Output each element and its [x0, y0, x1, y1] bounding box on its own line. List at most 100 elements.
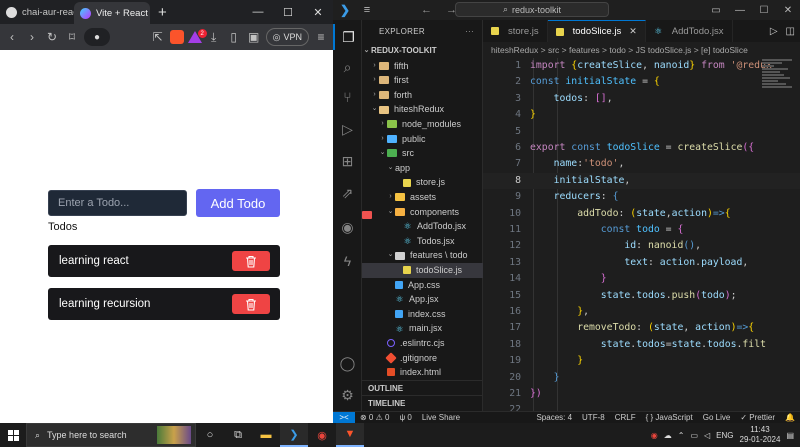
task-view-icon[interactable]: ⧉ [224, 423, 252, 447]
code-line[interactable]: 22 [483, 402, 800, 411]
more-actions-icon[interactable]: ··· [465, 20, 474, 44]
workspace-root[interactable]: ⌄ REDUX-TOOLKIT [362, 44, 483, 59]
tree-item[interactable]: todoSlice.js [362, 263, 483, 278]
go-live-button[interactable]: Go Live [698, 413, 736, 422]
vscode-taskbar-icon[interactable]: ❯ [280, 423, 308, 447]
tree-item[interactable]: .eslintrc.cjs [362, 336, 483, 351]
run-icon[interactable]: ▷ [770, 26, 778, 37]
split-editor-icon[interactable]: ◫ [786, 26, 795, 37]
minimize-icon[interactable]: — [243, 0, 273, 24]
code-line[interactable]: 19 } [483, 353, 800, 369]
maximize-icon[interactable]: ☐ [752, 0, 776, 20]
delete-todo-button[interactable] [232, 251, 270, 271]
remote-explorer-icon[interactable]: ⇗ [333, 180, 362, 206]
code-line[interactable]: 11 const todo = { [483, 222, 800, 238]
editor-tab-todoslice[interactable]: todoSlice.js ✕ [547, 20, 646, 42]
brave-taskbar-icon[interactable]: ▼ [336, 423, 364, 447]
add-todo-button[interactable]: Add Todo [196, 189, 280, 217]
tree-item[interactable]: › forth [362, 88, 483, 103]
browser-tab-vite[interactable]: Vite + React ✕ [74, 2, 150, 24]
live-share-status[interactable]: Live Share [417, 413, 465, 422]
app-tray-icon[interactable]: ◉ [651, 431, 658, 440]
volume-icon[interactable]: ◁ [704, 431, 710, 440]
language-indicator[interactable]: ENG [716, 431, 733, 440]
tree-item[interactable]: ⌄ features \ todo [362, 248, 483, 263]
brave-shields-icon[interactable] [169, 30, 184, 44]
cortana-icon[interactable]: ○ [196, 423, 224, 447]
tree-item[interactable]: ⌄ src [362, 146, 483, 161]
tree-item[interactable]: ⌄ hiteshRedux [362, 102, 483, 117]
show-hidden-icons[interactable]: ⌃ [678, 431, 685, 440]
browser-tab-github[interactable]: chai-aur-react/... [0, 0, 74, 24]
file-explorer-icon[interactable]: ▬ [252, 423, 280, 447]
back-icon[interactable]: ← [421, 4, 432, 16]
remote-indicator[interactable]: >< [333, 412, 355, 423]
code-line[interactable]: 13 text: action.payload, [483, 255, 800, 271]
delete-todo-button[interactable] [232, 294, 270, 314]
tree-item[interactable]: › fifth [362, 59, 483, 74]
layout-icon[interactable]: ▭ [704, 0, 728, 20]
notification-center-icon[interactable]: ▤ [786, 431, 794, 440]
tree-item[interactable]: › assets [362, 190, 483, 205]
site-info-icon[interactable]: ● [84, 28, 110, 46]
minimize-icon[interactable]: — [728, 0, 752, 20]
code-line[interactable]: 10 addTodo: (state,action)=>{ [483, 206, 800, 222]
code-line[interactable]: 4} [483, 107, 800, 123]
settings-gear-icon[interactable]: ⚙ [333, 382, 362, 408]
code-line[interactable]: 3 todos: [], [483, 91, 800, 107]
clock[interactable]: 11:43 29-01-2024 [740, 425, 781, 445]
indentation-status[interactable]: Spaces: 4 [531, 413, 577, 422]
account-icon[interactable]: ◯ [333, 350, 362, 376]
tree-item[interactable]: .gitignore [362, 351, 483, 366]
bookmark-icon[interactable]: ⌑ [64, 29, 80, 45]
chrome-taskbar-icon[interactable]: ◉ [308, 423, 336, 447]
extensions-icon[interactable]: ⊞ [333, 148, 362, 174]
tree-item[interactable]: store.js [362, 175, 483, 190]
network-icon[interactable]: ▭ [690, 431, 698, 440]
explorer-icon[interactable]: ❐ [333, 24, 362, 50]
language-mode[interactable]: { } JavaScript [641, 413, 698, 422]
reload-icon[interactable]: ↻ [44, 29, 60, 45]
problems-status[interactable]: ⊗ 0 ⚠ 0 [355, 413, 394, 422]
code-line[interactable]: 17 removeTodo: (state, action)=>{ [483, 320, 800, 336]
tree-item[interactable]: ⌄ app [362, 161, 483, 219]
thunder-client-icon[interactable]: ϟ [333, 248, 362, 274]
menu-icon[interactable]: ≡ [357, 4, 377, 16]
code-line[interactable]: 16 }, [483, 304, 800, 320]
back-icon[interactable]: ‹ [4, 29, 20, 45]
sidebar-icon[interactable]: ▯ [226, 29, 242, 45]
tree-item[interactable]: ⚛ main.jsx [362, 321, 483, 336]
github-icon[interactable]: ◉ [333, 214, 362, 240]
code-line[interactable]: 7 name:'todo', [483, 156, 800, 172]
breadcrumb[interactable]: hiteshRedux > src > features > todo > JS… [483, 42, 800, 58]
new-tab-button[interactable]: + [150, 4, 175, 21]
vpn-button[interactable]: ◎ VPN [265, 28, 309, 46]
start-button[interactable] [0, 423, 26, 447]
eol-status[interactable]: CRLF [610, 413, 641, 422]
forward-icon[interactable]: › [24, 29, 40, 45]
code-line[interactable]: 6 export const todoSlice = createSlice({ [483, 140, 800, 156]
code-line[interactable]: 12 id: nanoid(), [483, 238, 800, 254]
code-line[interactable]: 2 const initialState = { [483, 74, 800, 90]
search-icon[interactable]: ⌕ [333, 54, 362, 80]
brave-rewards-icon[interactable]: 2 [187, 29, 207, 43]
code-line[interactable]: 9 reducers: { [483, 189, 800, 205]
tree-item[interactable]: › public [362, 132, 483, 147]
tree-item[interactable]: ⌄ components [362, 205, 483, 220]
code-line[interactable]: 20 } [483, 370, 800, 386]
tree-item[interactable]: App.css [362, 278, 483, 293]
todo-input[interactable]: Enter a Todo... [48, 190, 187, 216]
share-icon[interactable]: ⇱ [150, 29, 166, 45]
menu-icon[interactable]: ≡ [313, 29, 329, 45]
prettier-status[interactable]: ✓ Prettier [735, 413, 780, 422]
close-window-icon[interactable]: ✕ [776, 0, 800, 20]
tree-item[interactable]: ⚛ AddTodo.jsx [362, 219, 483, 234]
tree-item[interactable]: index.css [362, 307, 483, 322]
code-line[interactable]: 21}) [483, 386, 800, 402]
maximize-icon[interactable]: ☐ [273, 0, 303, 24]
taskbar-search[interactable]: ⌕ Type here to search [26, 423, 196, 447]
tree-item[interactable]: ⚛ App.jsx [362, 292, 483, 307]
code-line[interactable]: 5 [483, 124, 800, 140]
code-line[interactable]: 14 } [483, 271, 800, 287]
editor-tab-store[interactable]: store.js [483, 20, 548, 42]
